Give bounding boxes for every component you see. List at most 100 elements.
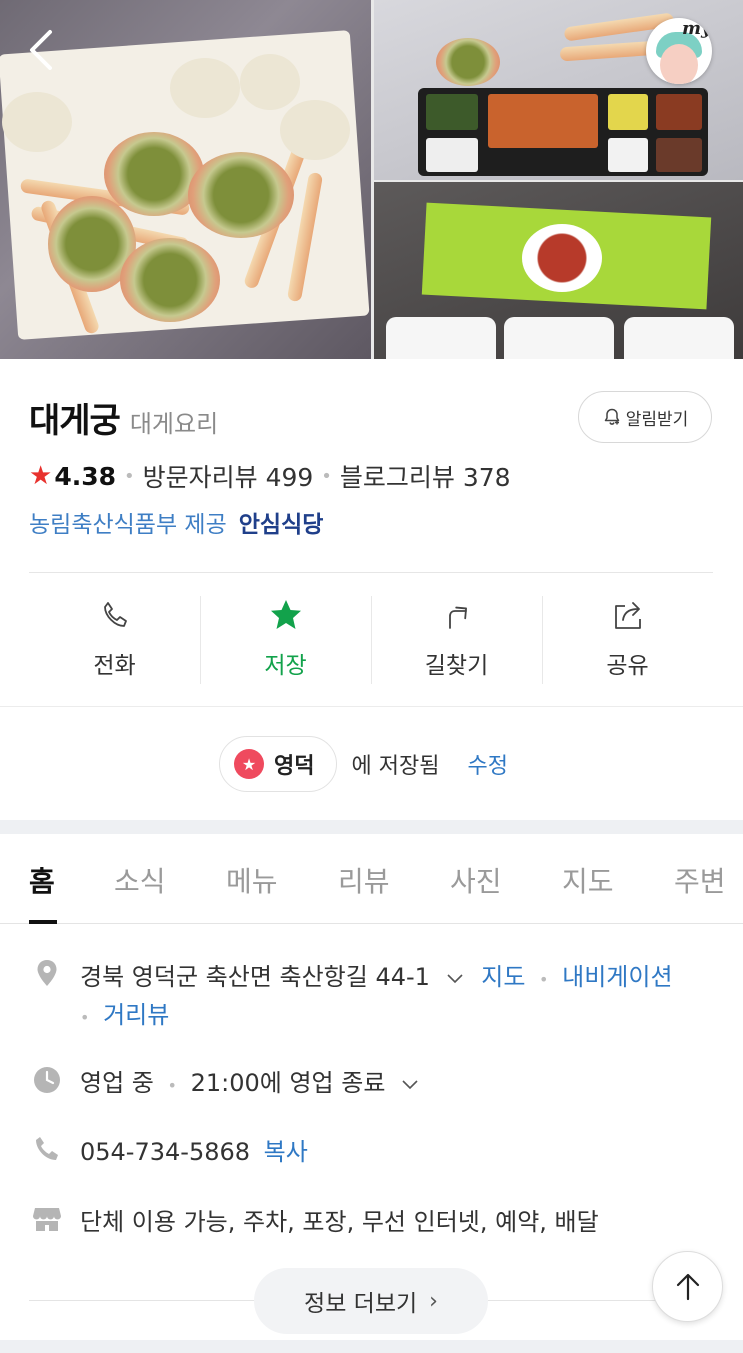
chevron-left-icon <box>30 30 52 70</box>
chevron-right-icon: › <box>429 1288 438 1314</box>
call-button[interactable]: 전화 <box>29 590 200 688</box>
location-pin-icon <box>37 960 57 986</box>
tab-menu[interactable]: 메뉴 <box>226 860 278 900</box>
crab-body-graphic <box>170 58 240 118</box>
closing-time: 21:00에 영업 종료 <box>190 1069 386 1097</box>
alarm-button-label: 알림받기 <box>625 409 689 430</box>
tab-photos[interactable]: 사진 <box>450 860 502 900</box>
place-title-row: 대게궁 대게요리 <box>29 393 218 442</box>
section-gap <box>0 1340 743 1353</box>
dish-graphic <box>386 317 496 359</box>
street-view-link[interactable]: 거리뷰 <box>103 1001 169 1029</box>
chevron-down-icon[interactable] <box>401 1075 419 1093</box>
tab-nearby[interactable]: 주변 <box>674 860 726 900</box>
saved-folder-row: ★ 영덕 에 저장됨 수정 <box>219 736 508 792</box>
sauce-bowl-graphic <box>522 224 602 292</box>
phone-icon <box>36 1137 58 1160</box>
separator-dot: • <box>539 970 549 989</box>
active-tab-indicator <box>29 920 57 924</box>
tray-graphic <box>418 88 708 176</box>
phone-number[interactable]: 054-734-5868 <box>80 1138 250 1166</box>
alarm-button[interactable]: 알림받기 <box>578 391 712 443</box>
saved-folder-name: 영덕 <box>274 754 315 779</box>
blog-reviews-link[interactable]: 블로그리뷰 378 <box>340 458 511 494</box>
dish-graphic <box>504 317 614 359</box>
phone-icon <box>103 602 127 627</box>
tab-bar: 홈 소식 메뉴 리뷰 사진 지도 주변 <box>0 834 743 924</box>
copy-phone-button[interactable]: 복사 <box>264 1138 308 1166</box>
separator-dot: • <box>321 465 332 487</box>
dish-graphic <box>624 317 734 359</box>
tab-reviews[interactable]: 리뷰 <box>338 860 390 900</box>
crab-body-graphic <box>2 92 72 152</box>
saved-folder-chip[interactable]: ★ 영덕 <box>219 736 338 792</box>
arrow-up-icon <box>676 1273 699 1300</box>
phone-line: 054-734-5868 복사 <box>80 1132 308 1167</box>
back-button[interactable] <box>26 28 58 72</box>
save-button[interactable]: 저장 <box>200 590 371 688</box>
directions-button[interactable]: 길찾기 <box>371 590 542 688</box>
place-category: 대게요리 <box>129 410 219 438</box>
crab-shell-graphic <box>436 38 500 86</box>
separator-dot: • <box>124 465 135 487</box>
clock-icon <box>34 1067 60 1093</box>
bell-plus-icon <box>604 408 619 425</box>
hours-line[interactable]: 영업 중 • 21:00에 영업 종료 <box>80 1063 419 1098</box>
crab-shell-graphic <box>120 238 220 322</box>
open-status: 영업 중 <box>80 1069 154 1097</box>
share-button-label: 공유 <box>606 653 649 679</box>
divider <box>0 706 743 707</box>
separator-dot: • <box>167 1076 177 1095</box>
dish-cell-graphic <box>426 138 478 172</box>
dish-cell-graphic <box>656 94 702 130</box>
dish-cell-graphic <box>608 94 648 130</box>
call-button-label: 전화 <box>93 653 136 679</box>
section-gap <box>0 820 743 834</box>
address-line: 경북 영덕군 축산면 축산항길 44-1 지도 • 내비게이션 <box>80 957 673 992</box>
visitor-reviews-link[interactable]: 방문자리뷰 499 <box>143 458 314 494</box>
share-button[interactable]: 공유 <box>542 590 713 688</box>
crab-shell-graphic <box>188 152 294 238</box>
saved-status-text: 에 저장됨 <box>351 754 440 779</box>
scroll-to-top-button[interactable] <box>652 1251 723 1322</box>
navigation-link[interactable]: 내비게이션 <box>562 963 672 991</box>
cert-badge[interactable]: 안심식당 <box>239 505 324 539</box>
store-icon <box>33 1208 61 1231</box>
certification-row: 농림축산식품부 제공 안심식당 <box>29 505 323 539</box>
place-name: 대게궁 <box>29 401 121 441</box>
separator-dot: • <box>80 1008 90 1027</box>
my-badge-label: my <box>682 18 712 39</box>
address-line-2: • 거리뷰 <box>80 995 169 1030</box>
photo-sashimi-plate[interactable] <box>374 182 743 359</box>
rating-row: ★ 4.38 • 방문자리뷰 499 • 블로그리뷰 378 <box>29 458 511 494</box>
tab-news[interactable]: 소식 <box>114 860 166 900</box>
address-text[interactable]: 경북 영덕군 축산면 축산항길 44-1 <box>80 963 430 991</box>
rating-score: 4.38 <box>54 461 116 491</box>
star-filled-icon <box>270 600 301 629</box>
facilities-text: 단체 이용 가능, 주차, 포장, 무선 인터넷, 예약, 배달 <box>80 1208 599 1236</box>
map-link[interactable]: 지도 <box>481 963 525 991</box>
share-icon <box>614 602 641 629</box>
rating-star-icon: ★ <box>29 461 53 491</box>
chevron-down-icon[interactable] <box>446 969 464 987</box>
tab-map[interactable]: 지도 <box>562 860 614 900</box>
photo-gallery[interactable]: my <box>0 0 743 359</box>
divider <box>29 572 713 573</box>
directions-icon <box>448 606 467 629</box>
crab-body-graphic <box>280 100 350 160</box>
dish-cell-graphic <box>656 138 702 172</box>
my-profile-button[interactable]: my <box>646 18 712 84</box>
more-info-button[interactable]: 정보 더보기 › <box>254 1268 488 1334</box>
edit-saved-link[interactable]: 수정 <box>467 748 507 780</box>
more-info-label: 정보 더보기 <box>304 1291 418 1317</box>
dish-cell-graphic <box>608 138 648 172</box>
action-bar: 전화 저장 길찾기 공유 <box>29 590 713 688</box>
dish-cell-graphic <box>488 94 598 148</box>
crab-body-graphic <box>240 54 300 110</box>
directions-button-label: 길찾기 <box>424 653 489 679</box>
avatar-face-graphic <box>660 44 698 84</box>
tab-home[interactable]: 홈 <box>29 860 55 900</box>
cert-provider[interactable]: 농림축산식품부 제공 <box>29 505 227 539</box>
star-badge-icon: ★ <box>234 749 264 779</box>
save-button-label: 저장 <box>264 653 307 679</box>
